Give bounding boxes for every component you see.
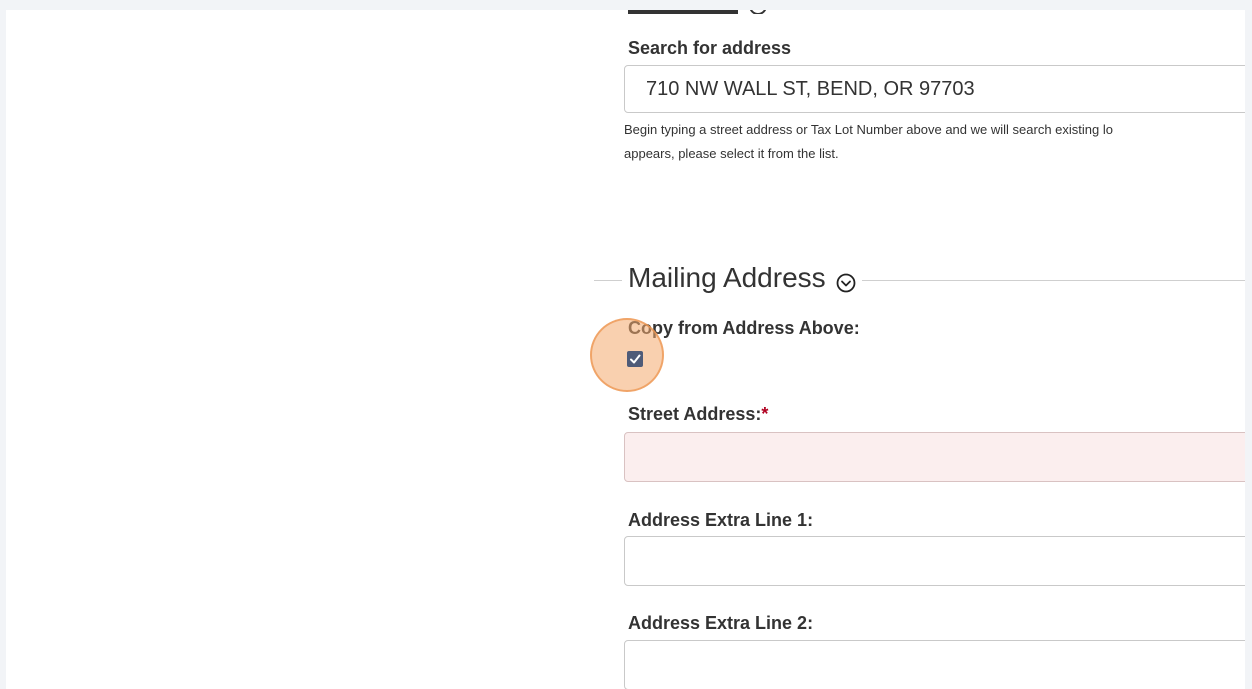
chevron-circle-down-icon[interactable] [836, 268, 856, 293]
street-address-label: Street Address:* [628, 404, 768, 425]
address-extra-line-2-label: Address Extra Line 2: [628, 613, 814, 633]
cut-heading-glyphs [628, 10, 767, 15]
copy-address-label: Copy from Address Above: [628, 318, 860, 338]
address-extra-line-1-input[interactable] [624, 536, 1245, 586]
street-address-input[interactable] [624, 432, 1245, 482]
address-section-heading-cut [628, 10, 778, 21]
search-address-help: Begin typing a street address or Tax Lot… [624, 118, 1245, 166]
required-marker: * [761, 404, 769, 424]
mailing-address-title: Mailing Address [628, 262, 826, 293]
search-address-label: Search for address [628, 38, 792, 58]
search-address-input[interactable] [624, 65, 1245, 113]
address-extra-line-2-input[interactable] [624, 640, 1245, 689]
copy-address-checkbox[interactable] [627, 351, 643, 367]
help-line-1: Begin typing a street address or Tax Lot… [624, 122, 1113, 137]
street-address-label-text: Street Address: [628, 404, 762, 424]
form-content: Search for address Begin typing a street… [590, 10, 1245, 689]
help-line-2: appears, please select it from the list. [624, 146, 839, 161]
checkmark-icon [630, 354, 641, 364]
address-extra-line-1-label: Address Extra Line 1: [628, 510, 814, 530]
form-frame: Search for address Begin typing a street… [6, 10, 1245, 689]
mailing-address-legend[interactable]: Mailing Address [622, 262, 862, 294]
